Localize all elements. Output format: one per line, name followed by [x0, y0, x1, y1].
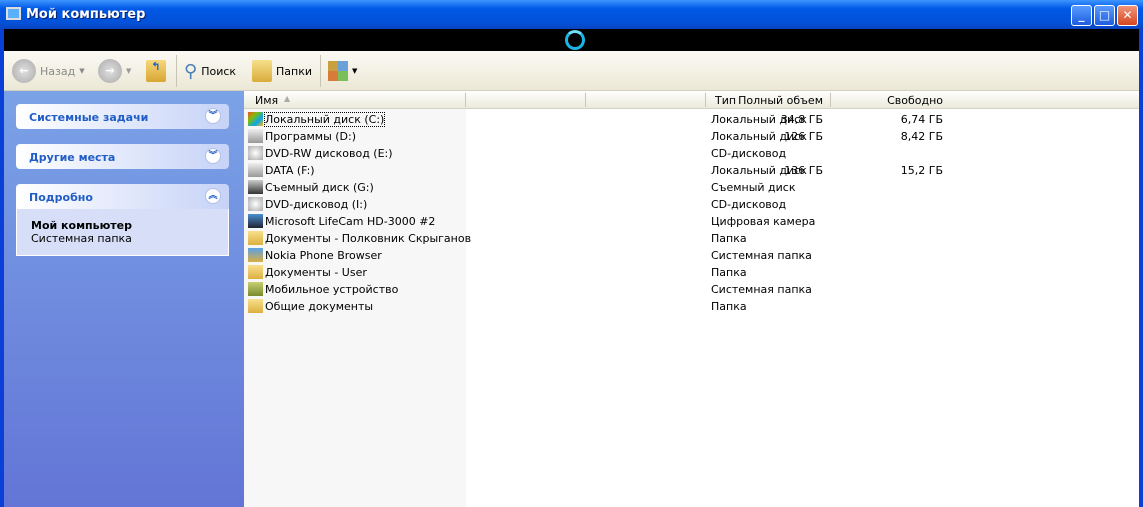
- loading-bar: [4, 29, 1139, 51]
- item-type: Системная папка: [711, 283, 812, 296]
- mobile-device-icon: [248, 282, 263, 296]
- detail-subtitle: Системная папка: [31, 232, 132, 245]
- views-icon: [328, 61, 348, 81]
- item-type: Локальный диск: [711, 164, 807, 177]
- toolbar: ← Назад ▼ → ▼ ↰ ⚲ Поиск Папки ▼: [4, 51, 1139, 91]
- panel-title: Системные задачи: [29, 111, 149, 124]
- item-free: 15,2 ГБ: [900, 164, 943, 177]
- folder-icon: [248, 265, 263, 279]
- table-row[interactable]: Общие документы Папка: [244, 298, 1139, 315]
- item-name: DVD-дисковод (I:): [265, 198, 368, 211]
- table-row[interactable]: Документы - Полковник Скрыганов Папка: [244, 230, 1139, 247]
- camera-icon: [248, 214, 263, 228]
- folder-icon: [248, 299, 263, 313]
- forward-button[interactable]: → ▼: [98, 59, 131, 83]
- table-row[interactable]: DVD-RW дисковод (E:) CD-дисковод: [244, 145, 1139, 162]
- computer-icon: [6, 7, 21, 20]
- item-type: Съемный диск: [711, 181, 796, 194]
- window-title: Мой компьютер: [26, 7, 146, 22]
- removable-drive-icon: [248, 180, 263, 194]
- table-row[interactable]: Документы - User Папка: [244, 264, 1139, 281]
- table-row[interactable]: Программы (D:) 126 ГБ 8,42 ГБ Локальный …: [244, 128, 1139, 145]
- expand-chevron-icon[interactable]: ︾: [205, 148, 221, 164]
- item-type: Локальный диск: [711, 130, 807, 143]
- expand-chevron-icon[interactable]: ︾: [205, 108, 221, 124]
- dvd-drive-icon: [248, 146, 263, 160]
- back-label: Назад: [40, 64, 76, 78]
- item-type: Локальный диск: [711, 113, 807, 126]
- table-row[interactable]: Мобильное устройство Системная папка: [244, 281, 1139, 298]
- item-type: CD-дисковод: [711, 147, 787, 160]
- item-name: Microsoft LifeCam HD-3000 #2: [265, 215, 436, 228]
- item-name: Программы (D:): [265, 130, 357, 143]
- phone-browser-icon: [248, 248, 263, 262]
- views-button[interactable]: ▼: [328, 59, 357, 83]
- up-folder-button[interactable]: ↰: [146, 59, 166, 83]
- item-type: Папка: [711, 232, 747, 245]
- loading-spinner-icon: [565, 30, 585, 50]
- table-row[interactable]: DVD-дисковод (I:) CD-дисковод: [244, 196, 1139, 213]
- item-name: Мобильное устройство: [265, 283, 399, 296]
- item-type: Цифровая камера: [711, 215, 816, 228]
- hard-drive-icon: [248, 129, 263, 143]
- folder-up-icon: ↰: [146, 60, 166, 82]
- item-name: Локальный диск (C:): [263, 112, 386, 127]
- table-row[interactable]: Локальный диск (C:) 34,8 ГБ 6,74 ГБ Лока…: [244, 111, 1139, 128]
- item-name: Документы - Полковник Скрыганов: [265, 232, 472, 245]
- drive-windows-icon: [248, 112, 263, 126]
- item-name: DATA (F:): [265, 164, 315, 177]
- item-type: Папка: [711, 300, 747, 313]
- minimize-button[interactable]: _: [1071, 5, 1092, 26]
- search-icon: ⚲: [184, 60, 198, 82]
- detail-title: Мой компьютер: [31, 219, 133, 232]
- dvd-drive-icon: [248, 197, 263, 211]
- item-type: Папка: [711, 266, 747, 279]
- title-bar: Мой компьютер _ □ ✕: [0, 0, 1143, 29]
- maximize-button[interactable]: □: [1094, 5, 1115, 26]
- system-tasks-panel[interactable]: Системные задачи ︾: [16, 104, 229, 129]
- file-list: Имя ▲ Полный объем Свободно Тип Локальный…: [244, 91, 1139, 507]
- column-name[interactable]: Имя: [255, 94, 278, 107]
- item-name: Общие документы: [265, 300, 374, 313]
- folders-button[interactable]: Папки: [252, 59, 312, 83]
- panel-title: Подробно: [29, 191, 93, 204]
- table-row[interactable]: Nokia Phone Browser Системная папка: [244, 247, 1139, 264]
- item-type: Системная папка: [711, 249, 812, 262]
- back-button[interactable]: ← Назад ▼: [12, 59, 85, 83]
- back-arrow-icon: ←: [12, 59, 36, 83]
- column-free[interactable]: Свободно: [887, 94, 943, 107]
- item-name: Nokia Phone Browser: [265, 249, 382, 262]
- item-name: Документы - User: [265, 266, 367, 279]
- hard-drive-icon: [248, 163, 263, 177]
- folders-icon: [252, 60, 272, 82]
- details-panel[interactable]: Подробно ︽ Мой компьютер Системная папка: [16, 184, 229, 256]
- folders-label: Папки: [276, 64, 312, 78]
- search-label: Поиск: [201, 64, 237, 78]
- column-type[interactable]: Тип: [715, 94, 736, 107]
- item-free: 6,74 ГБ: [900, 113, 943, 126]
- table-row[interactable]: Съемный диск (G:) Съемный диск: [244, 179, 1139, 196]
- item-type: CD-дисковод: [711, 198, 787, 211]
- collapse-chevron-icon[interactable]: ︽: [205, 188, 221, 204]
- table-row[interactable]: DATA (F:) 136 ГБ 15,2 ГБ Локальный диск: [244, 162, 1139, 179]
- table-row[interactable]: Microsoft LifeCam HD-3000 #2 Цифровая ка…: [244, 213, 1139, 230]
- column-size[interactable]: Полный объем: [738, 94, 823, 107]
- column-header: Имя ▲ Полный объем Свободно Тип: [244, 91, 1139, 109]
- folder-icon: [248, 231, 263, 245]
- forward-arrow-icon: →: [98, 59, 122, 83]
- search-button[interactable]: ⚲ Поиск: [184, 59, 236, 83]
- other-places-panel[interactable]: Другие места ︾: [16, 144, 229, 169]
- close-button[interactable]: ✕: [1117, 5, 1138, 26]
- panel-title: Другие места: [29, 151, 116, 164]
- item-name: Съемный диск (G:): [265, 181, 374, 194]
- task-pane: Системные задачи ︾ Другие места ︾ Подробно…: [4, 91, 244, 507]
- item-free: 8,42 ГБ: [900, 130, 943, 143]
- item-name: DVD-RW дисковод (E:): [265, 147, 393, 160]
